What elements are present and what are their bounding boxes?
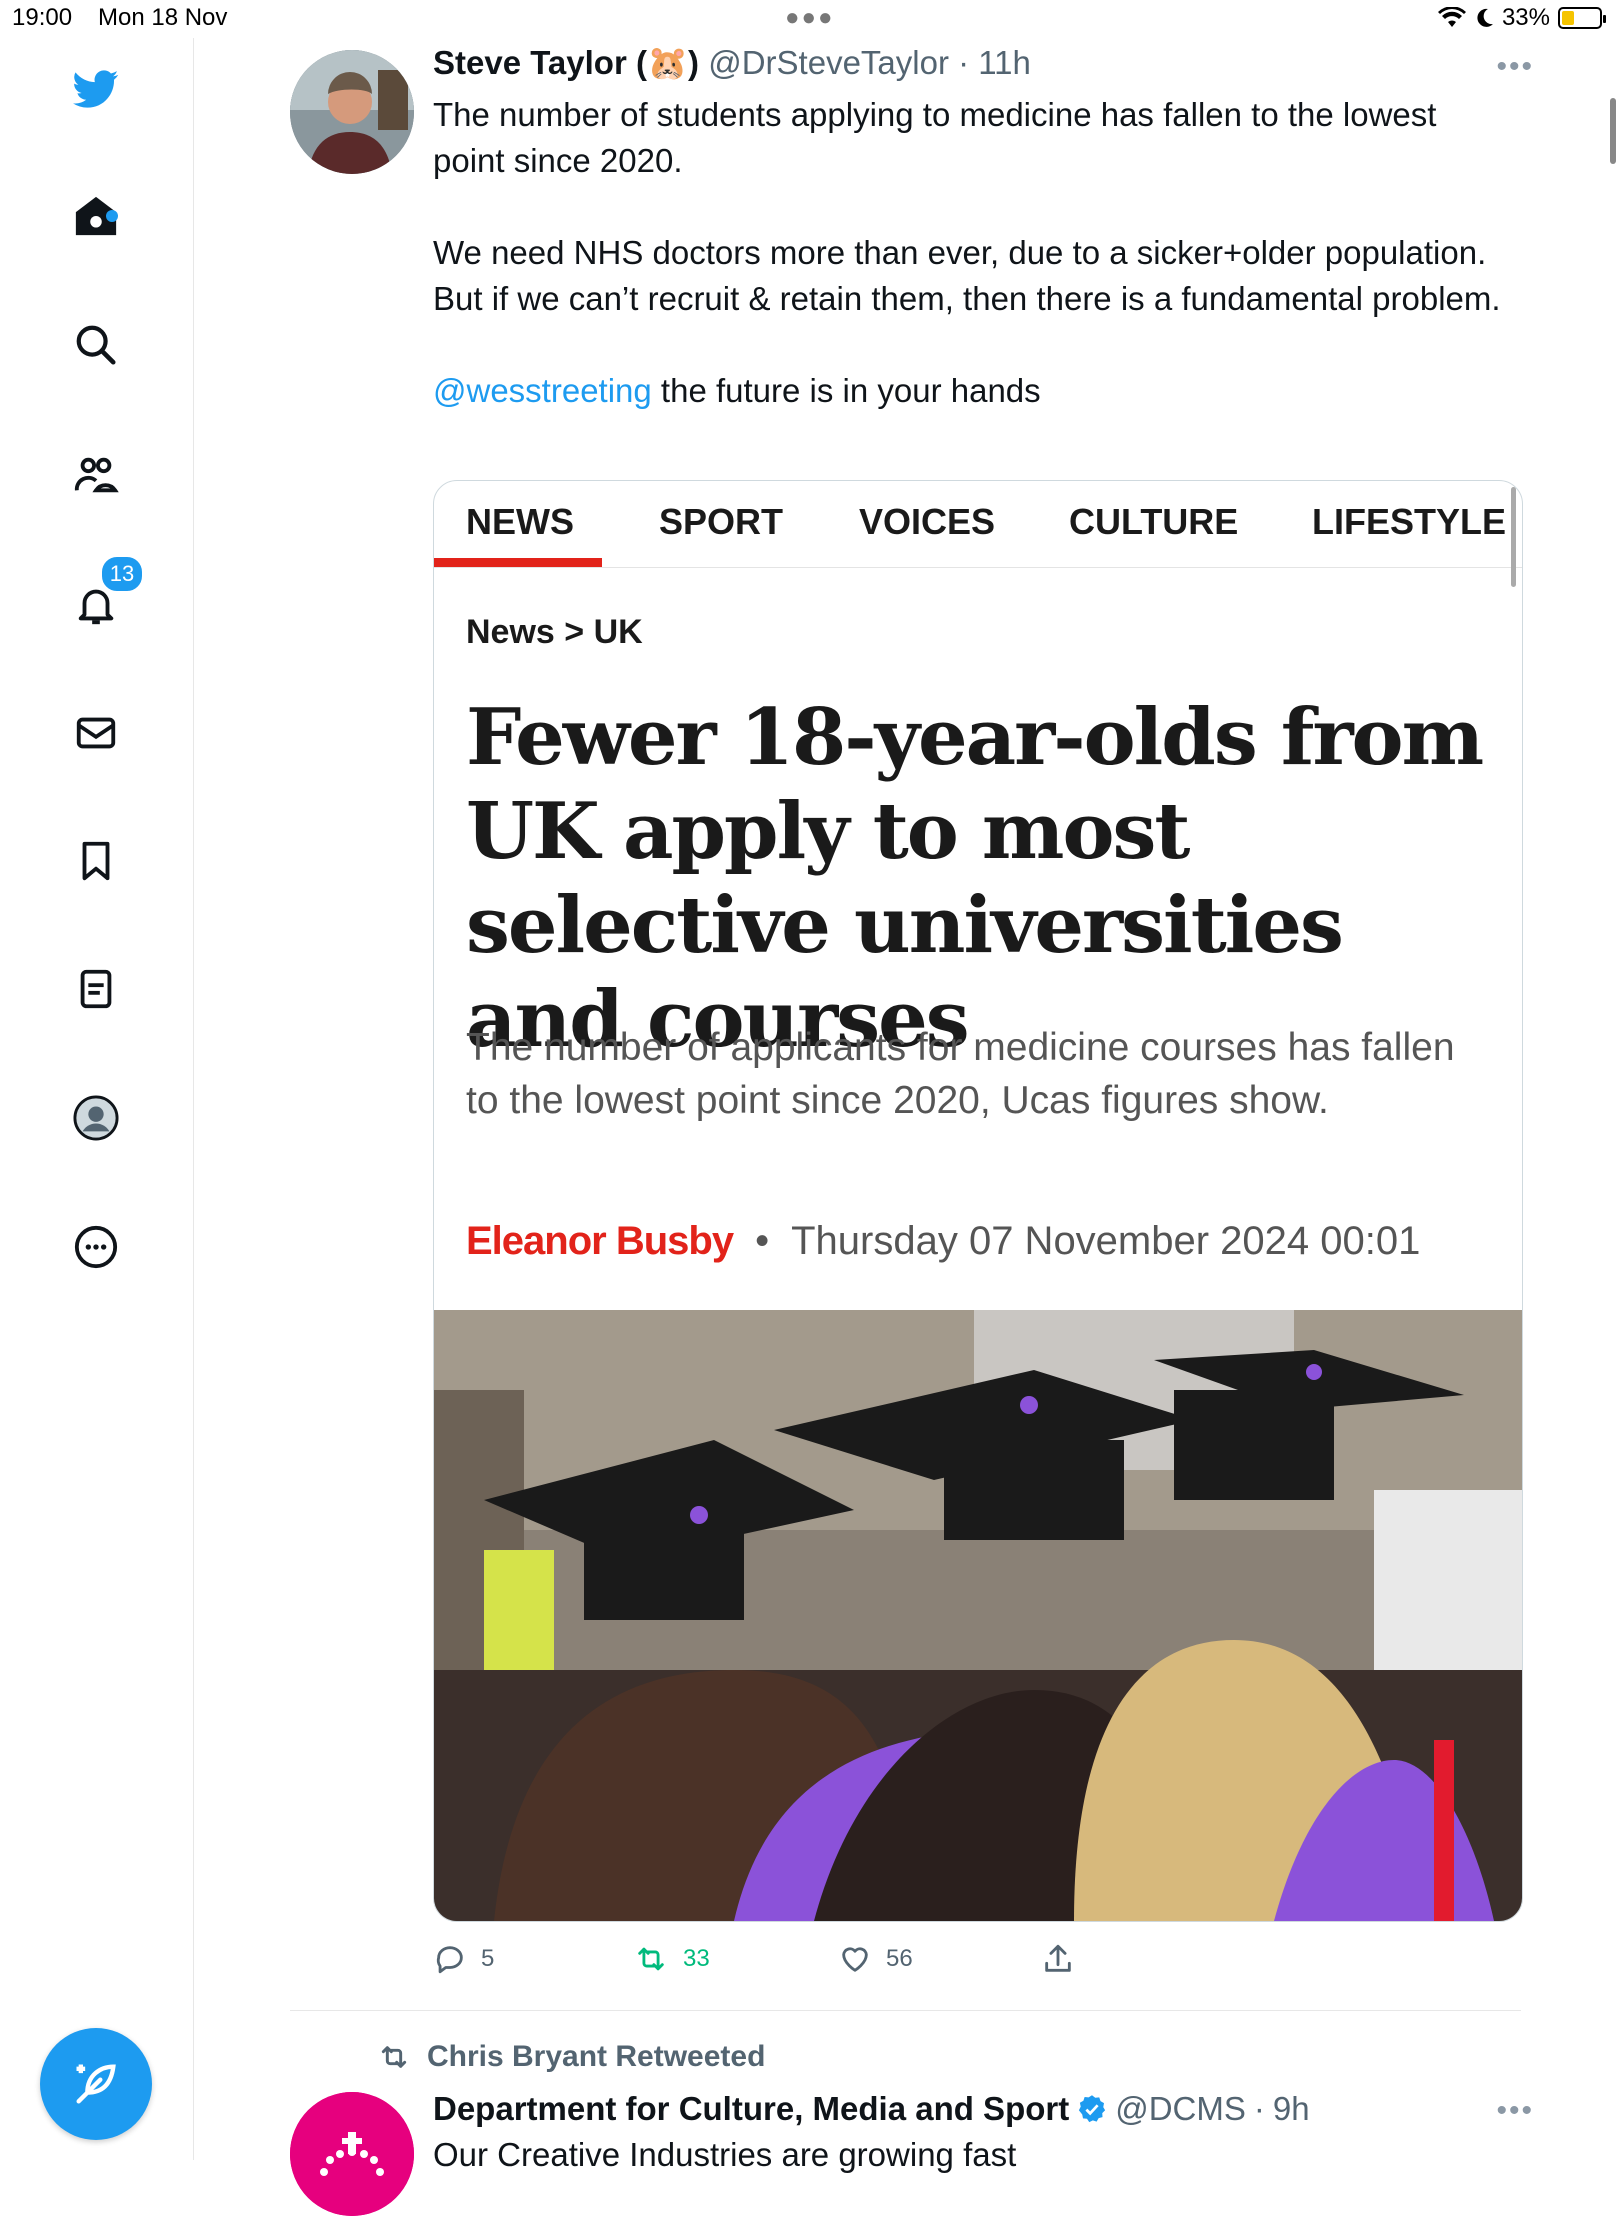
share-icon bbox=[1045, 1944, 1071, 1972]
retweeted-by-text[interactable]: Chris Bryant Retweeted bbox=[427, 2040, 765, 2074]
status-time: 19:00 bbox=[12, 4, 73, 31]
card-scrollbar bbox=[1511, 487, 1516, 587]
status-indicators: 33% bbox=[1437, 4, 1606, 32]
article-standfirst: The number of applicants for medicine co… bbox=[466, 1026, 1455, 1122]
retweeted-by-line: Chris Bryant Retweeted bbox=[375, 2040, 765, 2074]
tweet-header: Steve Taylor (🐹) @DrSteveTaylor · 11h bbox=[433, 44, 1031, 81]
tab-sport: SPORT bbox=[659, 501, 784, 542]
author-handle[interactable]: @DCMS bbox=[1115, 2090, 1246, 2128]
verified-badge-icon bbox=[1079, 2095, 1106, 2123]
battery-level bbox=[1562, 11, 1574, 25]
tab-culture: CULTURE bbox=[1069, 501, 1239, 542]
bookmarks-icon[interactable] bbox=[70, 835, 122, 887]
status-date: Mon 18 Nov bbox=[98, 4, 228, 31]
article-breadcrumb: News > UK bbox=[466, 613, 643, 651]
compose-tweet-button[interactable] bbox=[40, 2028, 152, 2140]
like-count: 56 bbox=[886, 1945, 913, 1972]
reply-button[interactable]: 5 bbox=[433, 1942, 494, 1976]
reply-icon bbox=[436, 1946, 463, 1974]
article-section-nav: NEWS SPORT VOICES CULTURE LIFESTYLE bbox=[434, 481, 1522, 587]
tweet-more-icon[interactable]: ••• bbox=[1496, 50, 1534, 84]
sidebar-nav: 13 bbox=[0, 38, 194, 2160]
status-bar: 19:00 Mon 18 Nov ●●● 33% bbox=[0, 0, 1620, 38]
communities-icon[interactable] bbox=[70, 449, 122, 501]
tweet-paragraph: We need NHS doctors more than ever, due … bbox=[433, 234, 1501, 317]
moon-icon bbox=[1477, 8, 1493, 27]
profile-icon[interactable] bbox=[70, 1092, 122, 1144]
article-headline: Fewer 18-year-olds from UK apply to most… bbox=[466, 692, 1484, 1065]
link-preview-card[interactable]: NEWS SPORT VOICES CULTURE LIFESTYLE News… bbox=[433, 480, 1523, 1922]
lists-icon[interactable] bbox=[70, 963, 122, 1015]
tab-news: NEWS bbox=[466, 501, 574, 542]
article-date: Thursday 07 November 2024 00:01 bbox=[791, 1219, 1421, 1263]
like-button[interactable]: 56 bbox=[838, 1942, 913, 1976]
tweet-text: Our Creative Industries are growing fast bbox=[433, 2136, 1017, 2173]
tweet-paragraph: The number of students applying to medic… bbox=[433, 96, 1437, 179]
tweet-paragraph-text: the future is in your hands bbox=[651, 372, 1041, 409]
wifi-icon bbox=[1437, 7, 1466, 27]
search-icon[interactable] bbox=[70, 319, 122, 371]
author-avatar[interactable] bbox=[290, 50, 414, 174]
mention-link[interactable]: @wesstreeting bbox=[433, 372, 652, 409]
notifications-badge: 13 bbox=[100, 555, 144, 593]
tweet-time[interactable]: 11h bbox=[978, 44, 1031, 81]
author-name[interactable]: Steve Taylor (🐹) bbox=[433, 44, 699, 81]
tweet-action-bar: 5 33 56 bbox=[433, 1942, 1133, 1982]
retweet-icon bbox=[381, 2046, 407, 2068]
article-author: Eleanor Busby bbox=[466, 1219, 734, 1263]
page-scrollbar[interactable] bbox=[1610, 98, 1616, 164]
tweet-text: The number of students applying to medic… bbox=[433, 92, 1513, 460]
retweet-button[interactable]: 33 bbox=[633, 1942, 710, 1976]
reply-count: 5 bbox=[481, 1945, 495, 1972]
tweet-more-icon[interactable]: ••• bbox=[1496, 2094, 1534, 2128]
messages-icon[interactable] bbox=[70, 707, 122, 759]
twitter-logo-icon[interactable] bbox=[70, 63, 122, 115]
tab-voices: VOICES bbox=[859, 501, 996, 542]
tweet-header: Department for Culture, Media and Sport … bbox=[433, 2090, 1310, 2128]
heart-icon bbox=[842, 1947, 868, 1972]
author-name[interactable]: Department for Culture, Media and Sport bbox=[433, 2090, 1069, 2128]
author-handle[interactable]: @DrSteveTaylor bbox=[708, 44, 949, 81]
tweet-divider bbox=[290, 2010, 1521, 2011]
tweet-paragraph: @wesstreeting the future is in your hand… bbox=[433, 368, 1513, 414]
tweet-time[interactable]: 9h bbox=[1273, 2090, 1310, 2128]
active-tab-underline bbox=[434, 558, 602, 567]
tab-lifestyle: LIFESTYLE bbox=[1312, 501, 1507, 542]
retweet-icon bbox=[638, 1947, 664, 1971]
home-unread-dot bbox=[106, 210, 118, 222]
battery-icon bbox=[1558, 7, 1606, 29]
retweet-count: 33 bbox=[683, 1945, 710, 1972]
dcms-avatar[interactable] bbox=[290, 2092, 414, 2216]
more-icon[interactable] bbox=[70, 1221, 122, 1273]
compose-feather-icon bbox=[76, 2064, 116, 2104]
share-button[interactable] bbox=[1041, 1942, 1075, 1976]
article-photo bbox=[434, 1310, 1522, 1921]
multitasking-dots-icon[interactable]: ●●● bbox=[785, 4, 835, 32]
article-byline: Eleanor Busby • Thursday 07 November 2024 … bbox=[466, 1219, 1420, 1264]
byline-separator: • bbox=[755, 1219, 770, 1263]
battery-percent: 33% bbox=[1501, 4, 1550, 31]
